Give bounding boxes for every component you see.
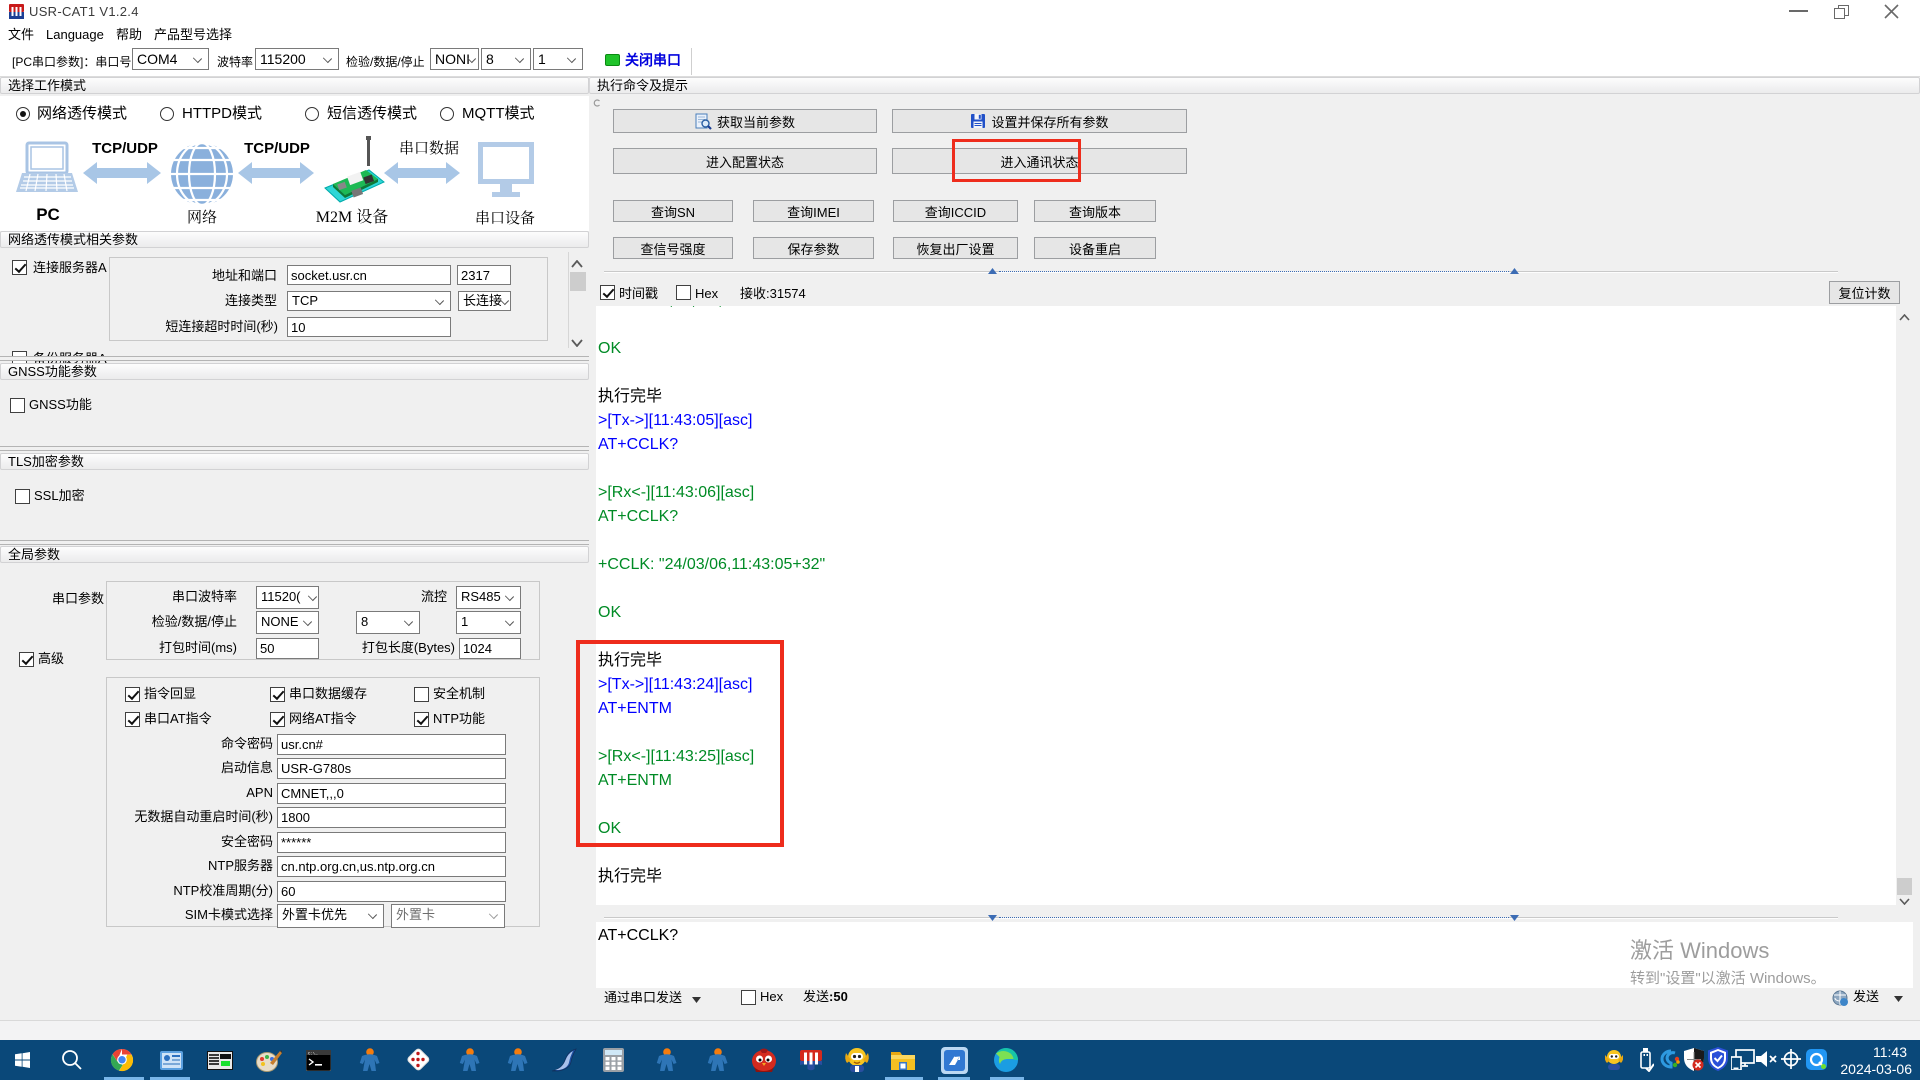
svg-text:C:\_: C:\_ (308, 1051, 318, 1056)
svg-text:PC: PC (36, 205, 60, 224)
svg-text:M2M 设备: M2M 设备 (316, 208, 388, 226)
svg-text:网络: 网络 (187, 209, 217, 226)
svg-text:TCP/UDP: TCP/UDP (244, 140, 310, 157)
svg-text:串口设备: 串口设备 (475, 210, 535, 227)
svg-text:TCP/UDP: TCP/UDP (92, 140, 158, 157)
svg-text:串口数据: 串口数据 (399, 139, 459, 157)
